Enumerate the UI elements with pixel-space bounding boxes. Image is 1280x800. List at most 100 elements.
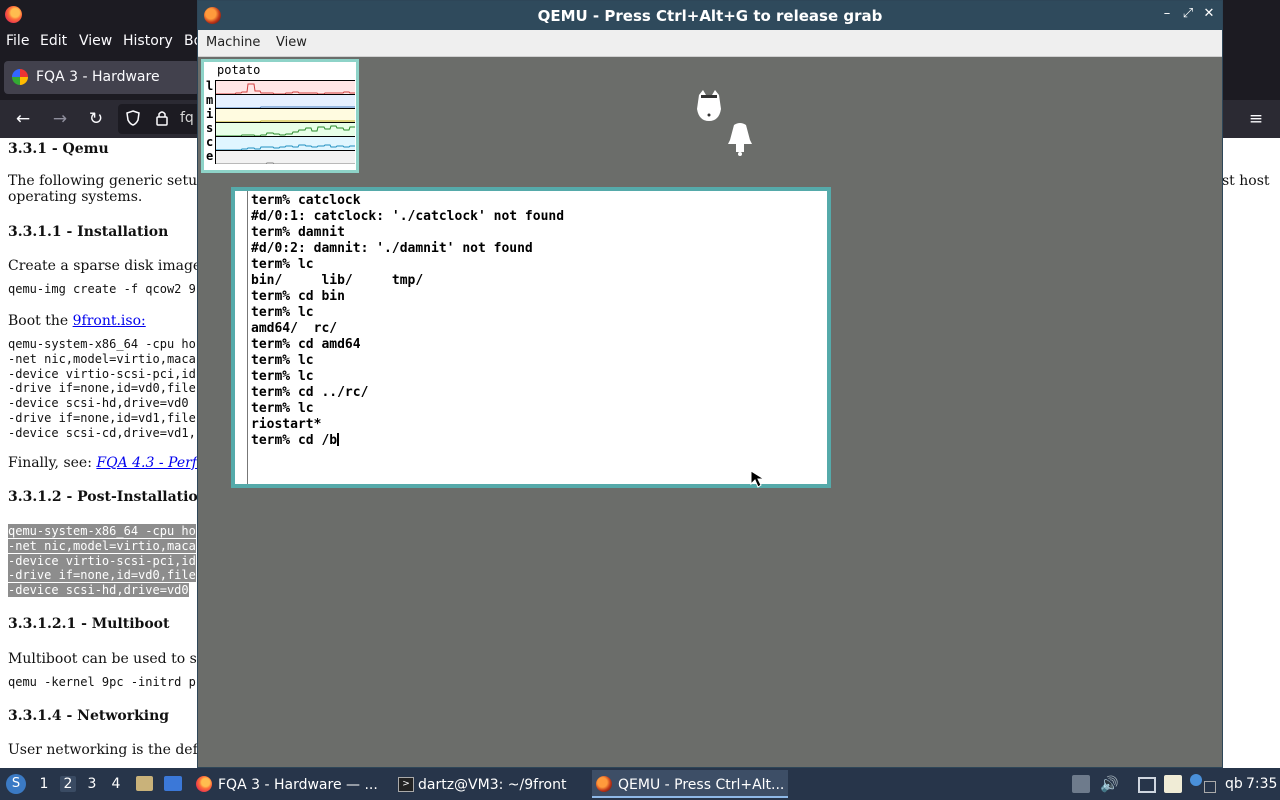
finally-text: Finally, see: [8,455,97,471]
clock[interactable]: 7:35 [1246,776,1277,792]
terminal-line: amd64/ rc/ [251,321,338,336]
link-fqa-4-3[interactable]: FQA 4.3 - Perfo [96,455,205,471]
task-label: dartz@VM3: ~/9front [418,777,567,793]
qemu-title: QEMU - Press Ctrl+Alt+G to release grab [537,7,883,25]
terminal-line: term% damnit [251,225,345,240]
url-text[interactable]: fq [180,110,194,126]
terminal-line: term% lc [251,353,314,368]
terminal-line: bin/ lib/ tmp/ [251,273,424,288]
tab-fqa3-hardware[interactable]: FQA 3 - Hardware [4,61,200,94]
catclock-icon [697,90,721,121]
stats-row: l [204,79,356,94]
stats-graph [215,122,355,136]
terminal-line: term% lc [251,369,314,384]
stats-row: c [204,135,356,150]
stats-graph [215,80,355,94]
stats-row-label: m [206,93,214,107]
qemu-menubar: Machine View [198,30,1222,57]
terminal-output[interactable]: term% catclock #d/0:1: catclock: './catcl… [251,193,564,449]
clipboard-icon[interactable] [1164,775,1182,793]
heading-post-installation: 3.3.1.2 - Post-Installation [8,489,208,505]
text-cursor [337,433,340,446]
task-label: QEMU - Press Ctrl+Alt... [618,777,785,793]
stats-row: e [204,149,356,164]
reload-icon[interactable]: ↻ [85,108,107,130]
firefox-task-icon [196,776,212,792]
paragraph-finally: Finally, see: FQA 4.3 - Perfo [8,455,205,471]
terminal-line: #d/0:1: catclock: './catclock' not found [251,209,565,224]
paragraph-user-networking: User networking is the defa [8,742,207,758]
code-block-install: qemu-system-x86_64 -cpu ho -net nic,mode… [8,337,196,441]
task-qemu[interactable]: QEMU - Press Ctrl+Alt... [592,770,788,798]
heading-installation: 3.3.1.1 - Installation [8,224,169,240]
qemu-titlebar[interactable]: QEMU - Press Ctrl+Alt+G to release grab … [198,1,1222,30]
code-line: -drive if=none,id=vd1,file [8,410,196,425]
stats-hostname: potato [217,63,261,77]
stats-row-label: e [206,149,214,163]
workspace-2[interactable]: 2 [60,776,76,792]
firefox-logo-icon [5,6,22,23]
hamburger-menu-icon[interactable]: ≡ [1245,108,1267,130]
link-9front-iso[interactable]: 9front.iso: [73,313,146,329]
workspace-4[interactable]: 4 [108,776,124,792]
workspace-1[interactable]: 1 [36,776,52,792]
stats-row: m [204,93,356,108]
stats-row-label: c [206,135,214,149]
forward-icon[interactable]: → [49,108,71,130]
terminal-scrollbar[interactable] [235,191,248,484]
stats-row-label: i [206,107,214,121]
start-menu-icon[interactable]: S [6,774,26,794]
maximize-icon[interactable]: ⤢ [1180,6,1196,22]
rio-terminal-window[interactable]: term% catclock #d/0:1: catclock: './catcl… [231,187,831,488]
stats-graph [215,94,355,108]
terminal-line: term% cd bin [251,289,345,304]
paragraph-sparse-disk: Create a sparse disk image: [8,258,206,274]
paragraph-operating-systems: operating systems. [8,189,143,205]
terminal-line: #d/0:2: damnit: './damnit' not found [251,241,533,256]
stats-window: potato lmisce [201,59,359,173]
shield-icon[interactable] [126,110,140,126]
code-line-selected: -device virtio-scsi-pci,id [8,553,196,568]
lock-icon[interactable] [156,110,168,126]
heading-multiboot: 3.3.1.2.1 - Multiboot [8,616,170,632]
code-multiboot: qemu -kernel 9pc -initrd p [8,675,196,689]
code-line: -device scsi-hd,drive=vd0 [8,396,189,411]
task-terminal[interactable]: > dartz@VM3: ~/9front [392,770,588,798]
code-line: -net nic,model=virtio,maca [8,351,196,366]
network-icon[interactable] [1204,781,1216,793]
menu-edit[interactable]: Edit [40,33,67,49]
terminal-line: term% lc [251,257,314,272]
tab-label: FQA 3 - Hardware [36,69,160,85]
terminal-task-icon: > [398,777,414,792]
paragraph-boot: Boot the 9front.iso: [8,313,146,329]
volume-icon[interactable]: 🔊 [1100,775,1119,793]
tray-updates-icon[interactable] [1072,775,1090,793]
task-label: FQA 3 - Hardware — ... [218,777,378,793]
stats-row-label: l [206,79,214,93]
code-line: qemu-system-x86_64 -cpu ho [8,337,196,351]
show-desktop-icon[interactable] [164,776,182,791]
boot-text: Boot the [8,313,73,329]
paragraph-multiboot: Multiboot can be used to sta [8,651,211,667]
file-manager-icon[interactable] [136,776,153,791]
menu-view[interactable]: View [276,35,307,50]
menu-view[interactable]: View [79,33,112,49]
terminal-line: term% cd ../rc/ [251,385,369,400]
code-line-selected: qemu-system-x86_64 -cpu ho [8,524,196,538]
workspace-3[interactable]: 3 [84,776,100,792]
close-icon[interactable]: ✕ [1201,6,1217,22]
menu-history[interactable]: History [123,33,173,49]
task-firefox[interactable]: FQA 3 - Hardware — ... [192,770,388,798]
menu-file[interactable]: File [6,33,29,49]
qemu-task-icon [596,776,612,792]
heading-qemu: 3.3.1 - Qemu [8,141,109,157]
keyboard-layout[interactable]: qb [1225,776,1243,792]
code-line: -device virtio-scsi-pci,id [8,366,196,381]
notification-icon[interactable] [1190,774,1202,786]
menu-machine[interactable]: Machine [206,35,260,50]
back-icon[interactable]: ← [12,108,34,130]
stats-graph [215,150,355,164]
mouse-pointer-icon [750,470,766,488]
display-icon[interactable] [1138,777,1156,793]
minimize-icon[interactable]: – [1159,6,1175,22]
